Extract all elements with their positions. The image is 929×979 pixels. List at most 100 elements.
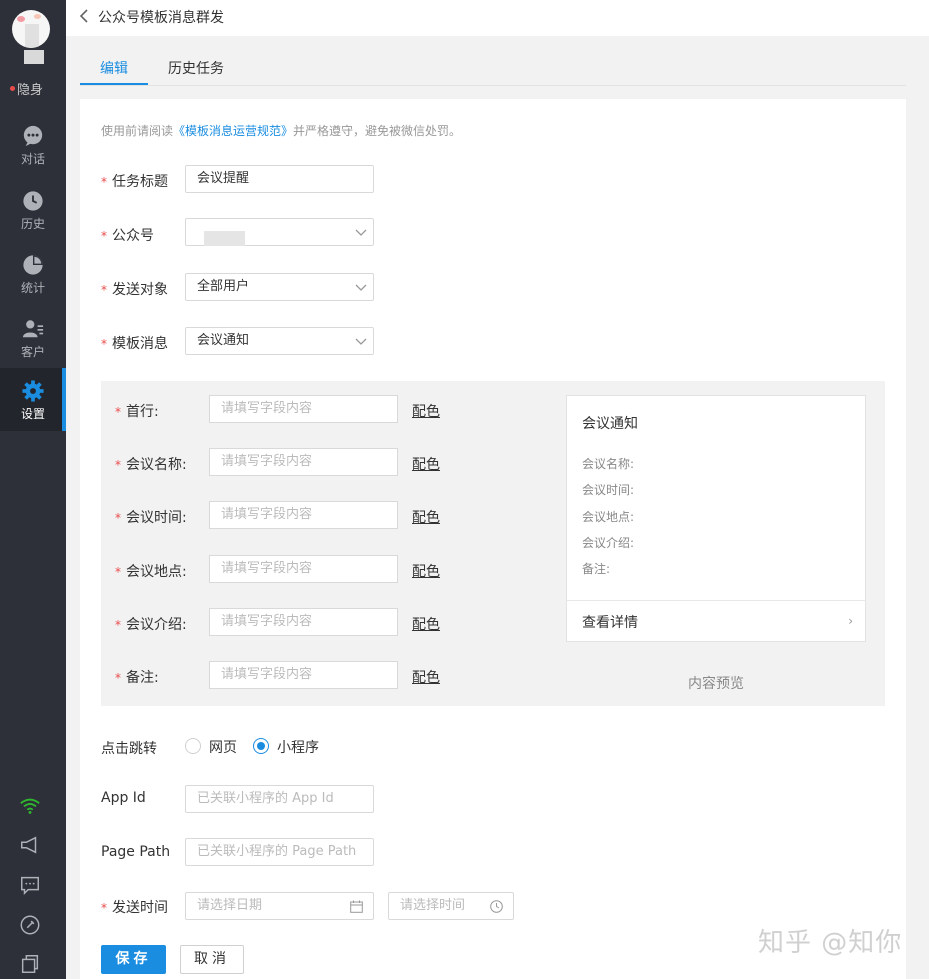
meeting-intro-color-link[interactable]: 配色 [412, 614, 440, 634]
sidebar-item-history[interactable]: 历史 [0, 183, 66, 245]
save-button[interactable]: 保存 [101, 945, 166, 974]
avatar-decor [25, 24, 39, 48]
meeting-name-color-link[interactable]: 配色 [412, 454, 440, 474]
chevron-down-icon [355, 284, 367, 291]
template-value: 会议通知 [197, 333, 250, 348]
template-fields-section: * 首行: 请填写字段内容 配色 * 会议名称: 请填写字段内容 配色 * 会议时间:… [101, 381, 885, 706]
label-text: 任务标题 [112, 174, 168, 190]
clock-icon [490, 900, 503, 913]
first-line-color-link[interactable]: 配色 [412, 401, 440, 421]
required-mark: * [101, 283, 107, 297]
label-text: 备注: [126, 670, 159, 686]
meeting-time-input[interactable]: 请填写字段内容 [209, 501, 398, 529]
field-label-meeting-time: * 会议时间: [115, 507, 187, 527]
back-chevron-icon[interactable] [78, 8, 92, 24]
avatar[interactable] [12, 10, 50, 48]
copy-icon[interactable] [19, 953, 41, 975]
page-path-label: Page Path [101, 844, 171, 860]
meeting-location-input[interactable]: 请填写字段内容 [209, 555, 398, 583]
meeting-time-color-link[interactable]: 配色 [412, 507, 440, 527]
first-line-input[interactable]: 请填写字段内容 [209, 395, 398, 423]
wifi-icon[interactable] [19, 795, 41, 817]
status-label: 隐身 [17, 83, 44, 98]
time-placeholder: 请选择时间 [400, 898, 466, 913]
status-indicator[interactable]: 隐身 [10, 79, 43, 98]
app-id-label: App Id [101, 790, 146, 806]
calendar-icon [350, 900, 363, 913]
gear-icon [22, 380, 44, 402]
required-mark: * [115, 671, 121, 685]
chat-bubble-icon [23, 125, 43, 147]
target-select[interactable]: 全部用户 [185, 273, 374, 301]
sidebar-item-label: 客户 [20, 345, 45, 359]
send-date-picker[interactable]: 请选择日期 [185, 892, 374, 920]
radio-mini-program-label[interactable]: 小程序 [277, 737, 319, 757]
label-text: 会议地点: [126, 564, 187, 580]
sidebar-item-chat[interactable]: 对话 [0, 118, 66, 180]
customer-icon [22, 320, 44, 338]
meeting-intro-input[interactable]: 请填写字段内容 [209, 608, 398, 636]
task-title-input[interactable]: 会议提醒 [185, 165, 374, 193]
label-text: 发送对象 [112, 282, 168, 298]
field-label-meeting-location: * 会议地点: [115, 561, 187, 581]
jump-label: 点击跳转 [101, 741, 157, 757]
account-select[interactable] [185, 218, 374, 246]
meeting-name-input[interactable]: 请填写字段内容 [209, 448, 398, 476]
required-mark: * [115, 511, 121, 525]
label-text: 首行: [126, 404, 159, 420]
main-panel: 使用前请阅读《模板消息运营规范》并严格遵守，避免被微信处罚。 * 任务标题 会议提… [80, 99, 906, 979]
message-box-icon[interactable] [19, 874, 41, 896]
operation-rules-link[interactable]: 《模板消息运营规范》 [173, 124, 293, 138]
sidebar: 隐身 对话 历史 统计 客户 设置 [0, 0, 66, 979]
sidebar-item-label: 设置 [20, 407, 45, 421]
template-label: * 模板消息 [101, 333, 168, 353]
label-text: 会议名称: [126, 457, 187, 473]
notice-text: 使用前请阅读 [101, 124, 174, 138]
account-value-redacted [204, 231, 245, 246]
target-value: 全部用户 [197, 279, 250, 294]
required-mark: * [115, 618, 121, 632]
usage-notice: 使用前请阅读《模板消息运营规范》并严格遵守，避免被微信处罚。 [101, 122, 461, 139]
sidebar-item-settings[interactable]: 设置 [0, 368, 66, 431]
label-text: 模板消息 [112, 336, 168, 352]
preview-view-details[interactable]: 查看详情 [582, 612, 638, 632]
required-mark: * [101, 337, 107, 351]
radio-webpage-label[interactable]: 网页 [209, 737, 237, 757]
label-text: 会议时间: [126, 510, 187, 526]
template-select[interactable]: 会议通知 [185, 327, 374, 355]
active-tab-underline [80, 83, 148, 85]
sidebar-item-label: 对话 [20, 152, 45, 166]
avatar-decor [17, 16, 25, 22]
sidebar-item-stats[interactable]: 统计 [0, 247, 66, 309]
meeting-location-color-link[interactable]: 配色 [412, 561, 440, 581]
link-icon[interactable] [19, 914, 41, 936]
sidebar-item-label: 历史 [20, 217, 45, 231]
app-id-input[interactable]: 已关联小程序的 App Id [185, 785, 374, 813]
preview-field: 备注: [582, 562, 611, 576]
page-path-input[interactable]: 已关联小程序的 Page Path [185, 838, 374, 866]
target-label: * 发送对象 [101, 279, 168, 299]
preview-field: 会议地点: [582, 510, 635, 524]
radio-mini-program[interactable] [253, 738, 269, 754]
status-dot [10, 86, 15, 91]
field-label-meeting-intro: * 会议介绍: [115, 614, 187, 634]
cancel-button[interactable]: 取消 [180, 945, 244, 974]
preview-divider [567, 600, 865, 601]
avatar-decor [34, 14, 41, 19]
remark-color-link[interactable]: 配色 [412, 667, 440, 687]
send-time-picker[interactable]: 请选择时间 [388, 892, 514, 920]
radio-webpage[interactable] [185, 738, 201, 754]
sidebar-item-customers[interactable]: 客户 [0, 311, 66, 373]
tab-history-tasks[interactable]: 历史任务 [168, 58, 224, 78]
task-title-label: * 任务标题 [101, 171, 168, 191]
required-mark: * [101, 229, 107, 243]
tab-edit[interactable]: 编辑 [100, 58, 128, 78]
remark-input[interactable]: 请填写字段内容 [209, 661, 398, 689]
megaphone-icon[interactable] [19, 834, 41, 856]
date-placeholder: 请选择日期 [197, 898, 263, 913]
preview-field: 会议介绍: [582, 536, 635, 550]
label-text: 公众号 [112, 228, 154, 244]
required-mark: * [101, 175, 107, 189]
message-preview-card: 会议通知 会议名称: 会议时间: 会议地点: 会议介绍: 备注: 查看详情 › [566, 395, 866, 642]
label-text: 发送时间 [112, 900, 168, 916]
